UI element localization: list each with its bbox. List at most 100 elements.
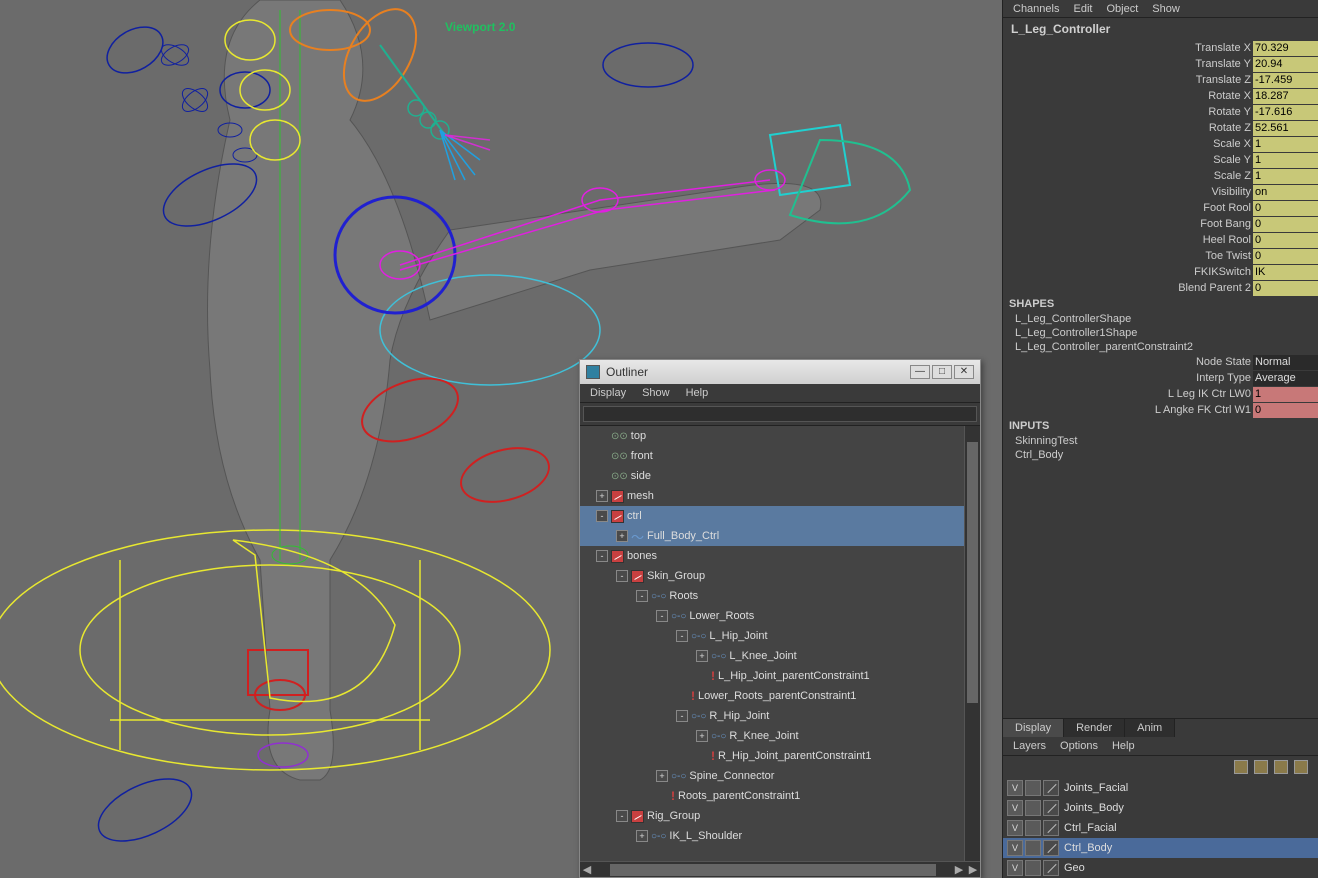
scroll-right-icon-2[interactable]: ▶ (966, 863, 980, 876)
tree-row[interactable]: !R_Hip_Joint_parentConstraint1 (580, 746, 980, 766)
tree-row[interactable]: -ctrl (580, 506, 980, 526)
attr-label[interactable]: Translate X (1003, 42, 1253, 54)
outliner-menu-show[interactable]: Show (642, 387, 670, 399)
menu-object[interactable]: Object (1106, 3, 1138, 15)
attr-value[interactable] (1253, 355, 1318, 370)
attr-label[interactable]: L Leg IK Ctr LW0 (1003, 388, 1253, 400)
menu-edit[interactable]: Edit (1073, 3, 1092, 15)
layer-color[interactable] (1043, 860, 1059, 876)
tree-toggle[interactable]: + (616, 530, 628, 542)
attr-label[interactable]: Foot Bang (1003, 218, 1253, 230)
tree-row[interactable]: -○-○L_Hip_Joint (580, 626, 980, 646)
layer-row[interactable]: VJoints_Body (1003, 798, 1318, 818)
tree-toggle[interactable]: - (616, 810, 628, 822)
attr-value[interactable] (1253, 371, 1318, 386)
layer-type-toggle[interactable] (1025, 820, 1041, 836)
layer-icon-1[interactable] (1234, 760, 1248, 774)
attr-label[interactable]: L Angke FK Ctrl W1 (1003, 404, 1253, 416)
attr-label[interactable]: Node State (1003, 356, 1253, 368)
attr-value[interactable] (1253, 73, 1318, 88)
tree-row[interactable]: ⊙⊙top (580, 426, 980, 446)
menu-show[interactable]: Show (1152, 3, 1180, 15)
layer-row[interactable]: VGeo (1003, 858, 1318, 878)
attr-label[interactable]: Heel Rool (1003, 234, 1253, 246)
attr-label[interactable]: Scale Y (1003, 154, 1253, 166)
scroll-right-icon[interactable]: ▶ (952, 863, 966, 876)
layer-vis-toggle[interactable]: V (1007, 840, 1023, 856)
attr-value[interactable] (1253, 403, 1318, 418)
tree-toggle[interactable]: - (636, 590, 648, 602)
layer-color[interactable] (1043, 780, 1059, 796)
tree-row[interactable]: +○-○Spine_Connector (580, 766, 980, 786)
tree-row[interactable]: +○-○L_Knee_Joint (580, 646, 980, 666)
menu-help[interactable]: Help (1112, 740, 1135, 752)
input-item[interactable]: Ctrl_Body (1003, 448, 1318, 462)
layer-type-toggle[interactable] (1025, 860, 1041, 876)
tree-toggle[interactable]: - (596, 510, 608, 522)
tree-row[interactable]: !Lower_Roots_parentConstraint1 (580, 686, 980, 706)
outliner-tree[interactable]: ⊙⊙top⊙⊙front⊙⊙side+mesh-ctrl+〜Full_Body_… (580, 426, 980, 861)
tree-row[interactable]: -○-○Roots (580, 586, 980, 606)
menu-layers[interactable]: Layers (1013, 740, 1046, 752)
shape-item[interactable]: L_Leg_Controller_parentConstraint2 (1003, 340, 1318, 354)
layer-color[interactable] (1043, 820, 1059, 836)
attr-label[interactable]: Rotate Y (1003, 106, 1253, 118)
outliner-titlebar[interactable]: Outliner — □ ✕ (580, 360, 980, 384)
layer-icon-2[interactable] (1254, 760, 1268, 774)
attr-value[interactable] (1253, 387, 1318, 402)
attr-label[interactable]: Toe Twist (1003, 250, 1253, 262)
tree-scrollbar-horizontal[interactable]: ◀ ▶ ▶ (580, 861, 980, 877)
attr-value[interactable] (1253, 233, 1318, 248)
layer-vis-toggle[interactable]: V (1007, 800, 1023, 816)
attr-label[interactable]: Translate Y (1003, 58, 1253, 70)
tree-scrollbar-vertical[interactable] (964, 426, 980, 861)
tree-row[interactable]: +mesh (580, 486, 980, 506)
attr-label[interactable]: Interp Type (1003, 372, 1253, 384)
layer-vis-toggle[interactable]: V (1007, 820, 1023, 836)
tree-toggle[interactable]: + (656, 770, 668, 782)
attr-value[interactable] (1253, 217, 1318, 232)
tree-toggle[interactable]: - (656, 610, 668, 622)
attr-value[interactable] (1253, 265, 1318, 280)
selected-node-name[interactable]: L_Leg_Controller (1003, 18, 1318, 40)
tab-display[interactable]: Display (1003, 719, 1064, 737)
attr-value[interactable] (1253, 153, 1318, 168)
tree-toggle[interactable]: - (676, 710, 688, 722)
tab-anim[interactable]: Anim (1125, 719, 1175, 737)
layer-color[interactable] (1043, 800, 1059, 816)
close-button[interactable]: ✕ (954, 365, 974, 379)
attr-value[interactable] (1253, 185, 1318, 200)
tree-row[interactable]: +○-○IK_L_Shoulder (580, 826, 980, 846)
attr-label[interactable]: Rotate X (1003, 90, 1253, 102)
menu-channels[interactable]: Channels (1013, 3, 1059, 15)
tree-toggle[interactable]: - (616, 570, 628, 582)
attr-value[interactable] (1253, 89, 1318, 104)
input-item[interactable]: SkinningTest (1003, 434, 1318, 448)
layer-icon-3[interactable] (1274, 760, 1288, 774)
tree-row[interactable]: +○-○R_Knee_Joint (580, 726, 980, 746)
attr-label[interactable]: Rotate Z (1003, 122, 1253, 134)
tree-toggle[interactable]: - (676, 630, 688, 642)
layer-vis-toggle[interactable]: V (1007, 860, 1023, 876)
outliner-window[interactable]: Outliner — □ ✕ Display Show Help ⊙⊙top⊙⊙… (579, 359, 981, 878)
layer-row[interactable]: VCtrl_Body (1003, 838, 1318, 858)
layer-icon-4[interactable] (1294, 760, 1308, 774)
attr-value[interactable] (1253, 121, 1318, 136)
layer-color[interactable] (1043, 840, 1059, 856)
layer-row[interactable]: VJoints_Facial (1003, 778, 1318, 798)
attr-label[interactable]: Translate Z (1003, 74, 1253, 86)
attr-value[interactable] (1253, 41, 1318, 56)
tree-row[interactable]: !L_Hip_Joint_parentConstraint1 (580, 666, 980, 686)
attr-value[interactable] (1253, 57, 1318, 72)
tab-render[interactable]: Render (1064, 719, 1125, 737)
attr-value[interactable] (1253, 249, 1318, 264)
outliner-menu-display[interactable]: Display (590, 387, 626, 399)
attr-label[interactable]: FKIKSwitch (1003, 266, 1253, 278)
tree-row[interactable]: -Rig_Group (580, 806, 980, 826)
tree-toggle[interactable]: + (696, 650, 708, 662)
attr-label[interactable]: Foot Rool (1003, 202, 1253, 214)
outliner-menu-help[interactable]: Help (686, 387, 709, 399)
attr-label[interactable]: Scale Z (1003, 170, 1253, 182)
scroll-left-icon[interactable]: ◀ (580, 863, 594, 876)
layer-type-toggle[interactable] (1025, 800, 1041, 816)
